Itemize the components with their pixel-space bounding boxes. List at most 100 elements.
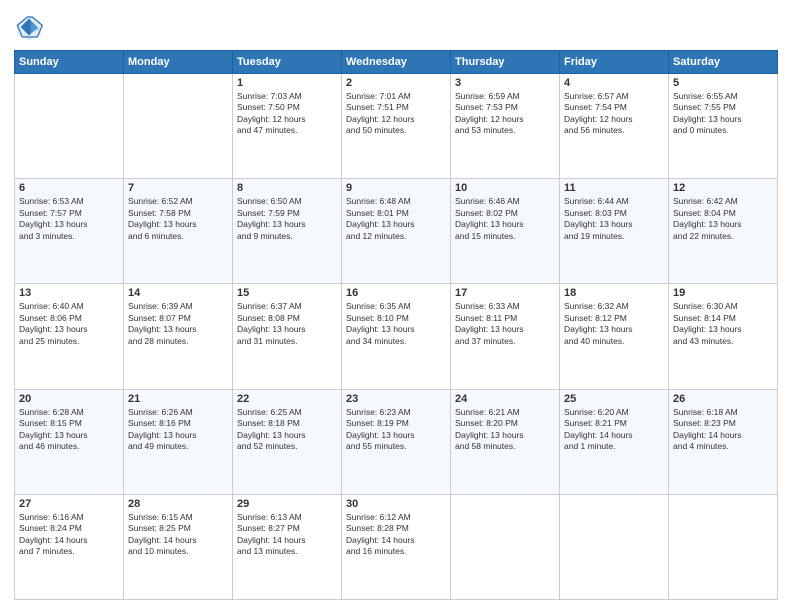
day-number: 2 xyxy=(346,77,446,89)
calendar-cell xyxy=(124,74,233,179)
calendar-cell xyxy=(451,494,560,599)
day-info: Sunrise: 6:18 AM Sunset: 8:23 PM Dayligh… xyxy=(673,407,773,453)
day-number: 10 xyxy=(455,182,555,194)
calendar-cell xyxy=(669,494,778,599)
calendar-cell: 13 Sunrise: 6:40 AM Sunset: 8:06 PM Dayli… xyxy=(15,284,124,389)
calendar-cell: 8 Sunrise: 6:50 AM Sunset: 7:59 PM Daylig… xyxy=(233,179,342,284)
day-info: Sunrise: 6:42 AM Sunset: 8:04 PM Dayligh… xyxy=(673,196,773,242)
day-number: 7 xyxy=(128,182,228,194)
day-info: Sunrise: 6:53 AM Sunset: 7:57 PM Dayligh… xyxy=(19,196,119,242)
day-info: Sunrise: 6:40 AM Sunset: 8:06 PM Dayligh… xyxy=(19,301,119,347)
day-number: 23 xyxy=(346,393,446,405)
day-number: 26 xyxy=(673,393,773,405)
day-info: Sunrise: 6:16 AM Sunset: 8:24 PM Dayligh… xyxy=(19,512,119,558)
calendar-cell: 15Sunrise: 6:37 AM Sunset: 8:08 PM Dayli… xyxy=(233,284,342,389)
day-info: Sunrise: 6:30 AM Sunset: 8:14 PM Dayligh… xyxy=(673,301,773,347)
calendar-week-row: 13 Sunrise: 6:40 AM Sunset: 8:06 PM Dayli… xyxy=(15,284,778,389)
calendar-cell: 3Sunrise: 6:59 AM Sunset: 7:53 PM Daylig… xyxy=(451,74,560,179)
day-info: Sunrise: 6:44 AM Sunset: 8:03 PM Dayligh… xyxy=(564,196,664,242)
day-info: Sunrise: 6:48 AM Sunset: 8:01 PM Dayligh… xyxy=(346,196,446,242)
page: SundayMondayTuesdayWednesdayThursdayFrid… xyxy=(0,0,792,612)
day-info: Sunrise: 6:57 AM Sunset: 7:54 PM Dayligh… xyxy=(564,91,664,137)
calendar-cell: 30Sunrise: 6:12 AM Sunset: 8:28 PM Dayli… xyxy=(342,494,451,599)
day-number: 8 xyxy=(237,182,337,194)
day-info: Sunrise: 6:55 AM Sunset: 7:55 PM Dayligh… xyxy=(673,91,773,137)
day-number: 25 xyxy=(564,393,664,405)
day-number: 17 xyxy=(455,287,555,299)
day-info: Sunrise: 6:33 AM Sunset: 8:11 PM Dayligh… xyxy=(455,301,555,347)
calendar-cell: 10Sunrise: 6:46 AM Sunset: 8:02 PM Dayli… xyxy=(451,179,560,284)
calendar-cell: 6 Sunrise: 6:53 AM Sunset: 7:57 PM Daylig… xyxy=(15,179,124,284)
weekday-header-cell: Tuesday xyxy=(233,51,342,74)
day-number: 19 xyxy=(673,287,773,299)
calendar-cell: 29 Sunrise: 6:13 AM Sunset: 8:27 PM Dayli… xyxy=(233,494,342,599)
day-number: 27 xyxy=(19,498,119,510)
day-number: 11 xyxy=(564,182,664,194)
calendar-cell: 21Sunrise: 6:26 AM Sunset: 8:16 PM Dayli… xyxy=(124,389,233,494)
calendar-cell: 9Sunrise: 6:48 AM Sunset: 8:01 PM Daylig… xyxy=(342,179,451,284)
weekday-header-cell: Saturday xyxy=(669,51,778,74)
calendar-cell: 24 Sunrise: 6:21 AM Sunset: 8:20 PM Dayli… xyxy=(451,389,560,494)
day-number: 15 xyxy=(237,287,337,299)
calendar-cell: 1 Sunrise: 7:03 AM Sunset: 7:50 PM Daylig… xyxy=(233,74,342,179)
day-info: Sunrise: 6:28 AM Sunset: 8:15 PM Dayligh… xyxy=(19,407,119,453)
day-info: Sunrise: 7:01 AM Sunset: 7:51 PM Dayligh… xyxy=(346,91,446,137)
day-info: Sunrise: 6:35 AM Sunset: 8:10 PM Dayligh… xyxy=(346,301,446,347)
day-info: Sunrise: 6:59 AM Sunset: 7:53 PM Dayligh… xyxy=(455,91,555,137)
day-number: 28 xyxy=(128,498,228,510)
weekday-header-cell: Wednesday xyxy=(342,51,451,74)
day-info: Sunrise: 6:50 AM Sunset: 7:59 PM Dayligh… xyxy=(237,196,337,242)
calendar-cell: 2 Sunrise: 7:01 AM Sunset: 7:51 PM Daylig… xyxy=(342,74,451,179)
day-info: Sunrise: 6:23 AM Sunset: 8:19 PM Dayligh… xyxy=(346,407,446,453)
calendar-cell: 19 Sunrise: 6:30 AM Sunset: 8:14 PM Dayli… xyxy=(669,284,778,389)
calendar-cell: 16 Sunrise: 6:35 AM Sunset: 8:10 PM Dayli… xyxy=(342,284,451,389)
day-number: 16 xyxy=(346,287,446,299)
day-info: Sunrise: 6:25 AM Sunset: 8:18 PM Dayligh… xyxy=(237,407,337,453)
day-info: Sunrise: 7:03 AM Sunset: 7:50 PM Dayligh… xyxy=(237,91,337,137)
weekday-header-cell: Thursday xyxy=(451,51,560,74)
day-number: 24 xyxy=(455,393,555,405)
weekday-header-row: SundayMondayTuesdayWednesdayThursdayFrid… xyxy=(15,51,778,74)
calendar-cell: 20 Sunrise: 6:28 AM Sunset: 8:15 PM Dayli… xyxy=(15,389,124,494)
day-info: Sunrise: 6:20 AM Sunset: 8:21 PM Dayligh… xyxy=(564,407,664,453)
day-number: 6 xyxy=(19,182,119,194)
day-info: Sunrise: 6:26 AM Sunset: 8:16 PM Dayligh… xyxy=(128,407,228,453)
calendar-body: 1 Sunrise: 7:03 AM Sunset: 7:50 PM Daylig… xyxy=(15,74,778,600)
weekday-header-cell: Monday xyxy=(124,51,233,74)
calendar-cell xyxy=(560,494,669,599)
calendar-cell: 28 Sunrise: 6:15 AM Sunset: 8:25 PM Dayli… xyxy=(124,494,233,599)
day-info: Sunrise: 6:13 AM Sunset: 8:27 PM Dayligh… xyxy=(237,512,337,558)
calendar-cell: 11 Sunrise: 6:44 AM Sunset: 8:03 PM Dayli… xyxy=(560,179,669,284)
calendar-cell: 27 Sunrise: 6:16 AM Sunset: 8:24 PM Dayli… xyxy=(15,494,124,599)
calendar-cell: 17 Sunrise: 6:33 AM Sunset: 8:11 PM Dayli… xyxy=(451,284,560,389)
day-number: 13 xyxy=(19,287,119,299)
calendar-cell: 4 Sunrise: 6:57 AM Sunset: 7:54 PM Daylig… xyxy=(560,74,669,179)
day-info: Sunrise: 6:21 AM Sunset: 8:20 PM Dayligh… xyxy=(455,407,555,453)
day-number: 5 xyxy=(673,77,773,89)
calendar-week-row: 6 Sunrise: 6:53 AM Sunset: 7:57 PM Daylig… xyxy=(15,179,778,284)
day-number: 20 xyxy=(19,393,119,405)
calendar-week-row: 27 Sunrise: 6:16 AM Sunset: 8:24 PM Dayli… xyxy=(15,494,778,599)
day-number: 4 xyxy=(564,77,664,89)
header xyxy=(14,12,778,42)
calendar-cell: 18Sunrise: 6:32 AM Sunset: 8:12 PM Dayli… xyxy=(560,284,669,389)
calendar-cell: 5 Sunrise: 6:55 AM Sunset: 7:55 PM Daylig… xyxy=(669,74,778,179)
weekday-header-cell: Sunday xyxy=(15,51,124,74)
day-number: 29 xyxy=(237,498,337,510)
calendar-cell: 14 Sunrise: 6:39 AM Sunset: 8:07 PM Dayli… xyxy=(124,284,233,389)
day-info: Sunrise: 6:32 AM Sunset: 8:12 PM Dayligh… xyxy=(564,301,664,347)
day-info: Sunrise: 6:39 AM Sunset: 8:07 PM Dayligh… xyxy=(128,301,228,347)
day-number: 30 xyxy=(346,498,446,510)
day-number: 14 xyxy=(128,287,228,299)
day-info: Sunrise: 6:15 AM Sunset: 8:25 PM Dayligh… xyxy=(128,512,228,558)
calendar-cell: 12 Sunrise: 6:42 AM Sunset: 8:04 PM Dayli… xyxy=(669,179,778,284)
day-number: 1 xyxy=(237,77,337,89)
logo-icon xyxy=(14,12,44,42)
day-number: 12 xyxy=(673,182,773,194)
calendar-cell xyxy=(15,74,124,179)
calendar-week-row: 1 Sunrise: 7:03 AM Sunset: 7:50 PM Daylig… xyxy=(15,74,778,179)
calendar-table: SundayMondayTuesdayWednesdayThursdayFrid… xyxy=(14,50,778,600)
calendar-cell: 22Sunrise: 6:25 AM Sunset: 8:18 PM Dayli… xyxy=(233,389,342,494)
calendar-cell: 25 Sunrise: 6:20 AM Sunset: 8:21 PM Dayli… xyxy=(560,389,669,494)
logo xyxy=(14,12,48,42)
